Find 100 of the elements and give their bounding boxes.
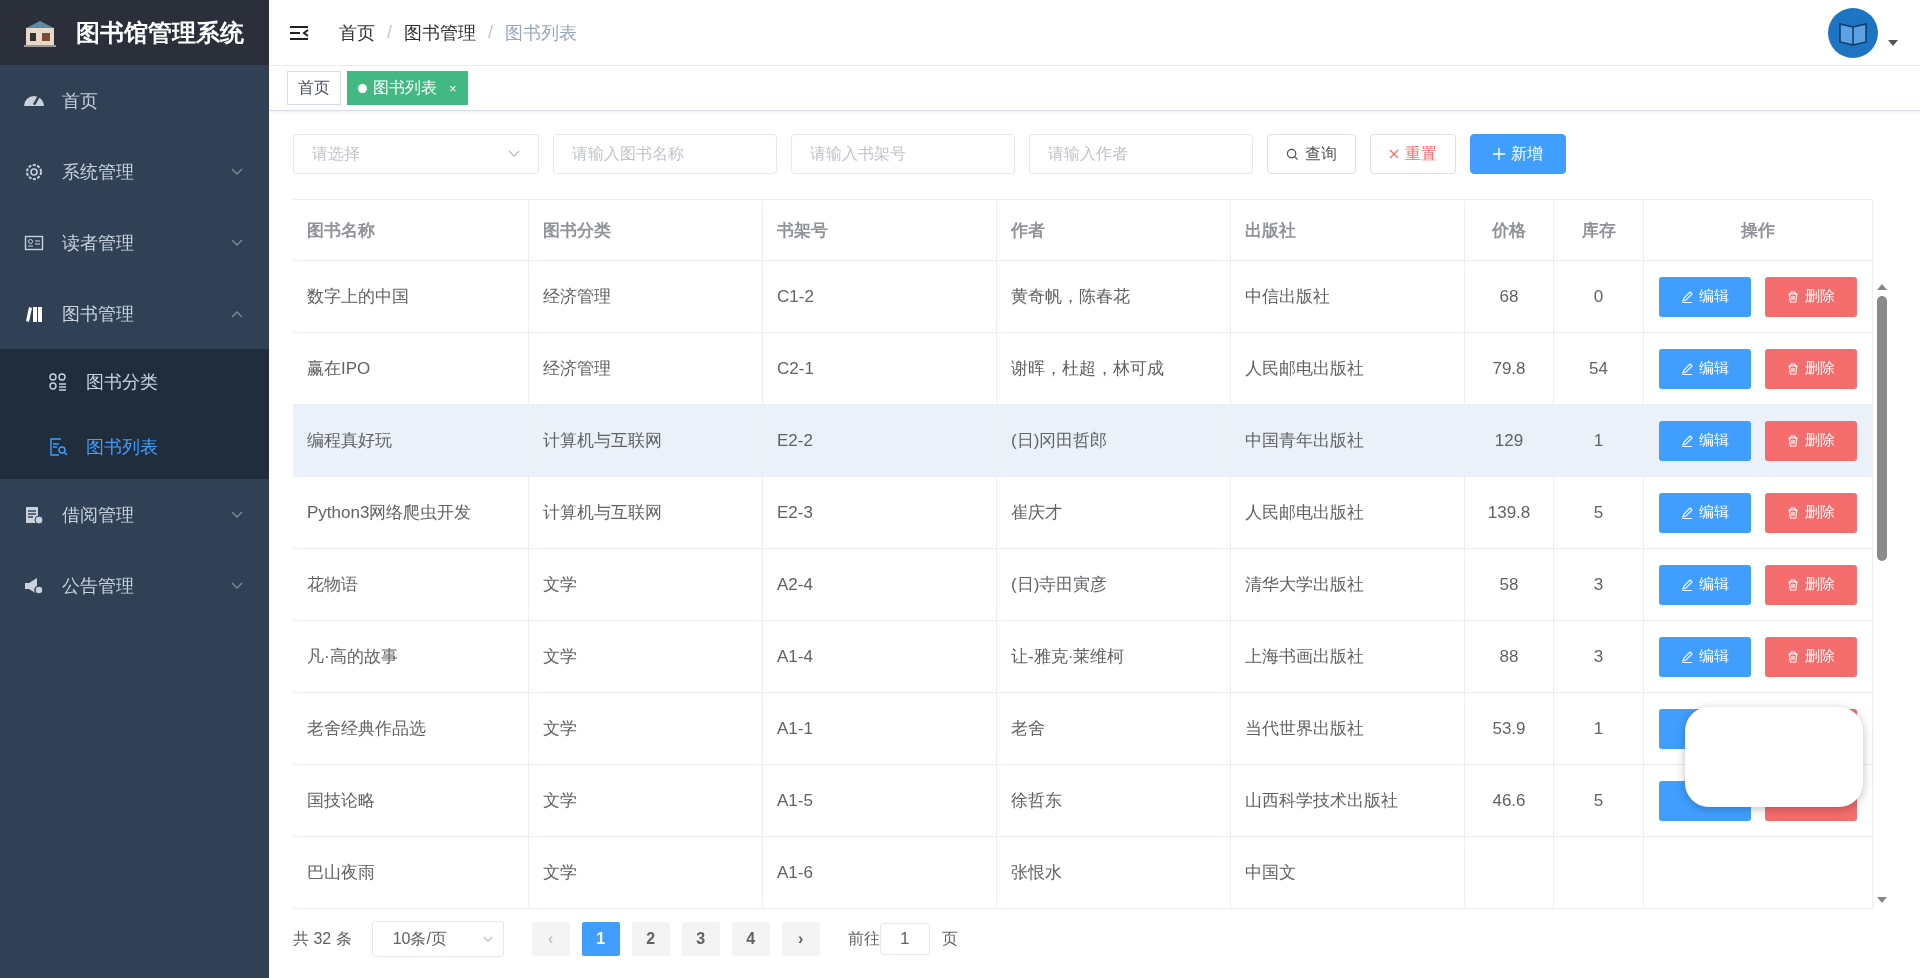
pencil-icon [1681, 434, 1693, 447]
column-header: 图书分类 [529, 200, 763, 260]
table-row[interactable]: Python3网络爬虫开发 计算机与互联网 E2-3 崔庆才 人民邮电出版社 139.8 5 编辑 删除 [293, 477, 1873, 549]
page-tab[interactable]: 首页 [287, 71, 341, 105]
pencil-icon [1681, 506, 1693, 519]
column-header: 图书名称 [293, 200, 529, 260]
table-cell: 3 [1593, 574, 1604, 595]
table-cell-text: 赢在IPO [307, 358, 371, 380]
delete-button[interactable]: 删除 [1765, 348, 1857, 389]
table-cell-text: 经济管理 [543, 358, 611, 380]
table-cell: 53.9 [1492, 718, 1526, 739]
trash-icon [1787, 362, 1799, 375]
sidebar-item[interactable]: 图书管理 [0, 278, 269, 349]
pencil-icon [1681, 362, 1693, 375]
column-header: 库存 [1554, 200, 1644, 260]
table-cell-text: 老舍经典作品选 [307, 718, 426, 740]
table-row[interactable]: 花物语 文学 A2-4 (日)寺田寅彦 清华大学出版社 58 3 编辑 删除 [293, 549, 1873, 621]
table-cell-text: 数字上的中国 [307, 286, 409, 308]
delete-button[interactable]: 删除 [1765, 564, 1857, 605]
sidebar-item[interactable]: 首页 [0, 65, 269, 136]
table-cell: A1-1 [777, 718, 813, 739]
table-cell-text: (日)冈田哲郎 [1011, 430, 1108, 452]
table-cell-text: 崔庆才 [1011, 502, 1062, 524]
table-cell-text: 人民邮电出版社 [1245, 502, 1364, 524]
table-cell-text: 国技论略 [307, 790, 375, 812]
table-cell-text: 中国青年出版社 [1245, 430, 1364, 452]
table-cell-text: 徐哲东 [1011, 790, 1062, 812]
page-number-button[interactable]: 2 [631, 922, 670, 956]
table-row[interactable]: 凡·高的故事 文学 A1-4 让-雅克·莱维柯 上海书画出版社 88 3 编辑 删除 [293, 621, 1873, 693]
table-row[interactable]: 编程真好玩 计算机与互联网 E2-2 (日)冈田哲郎 中国青年出版社 129 1 编辑 删除 [293, 405, 1873, 477]
chevron-down-icon [482, 935, 493, 943]
page-number-button[interactable]: 4 [731, 922, 770, 956]
table-cell-text: 张恨水 [1011, 862, 1062, 884]
sidebar-subitem[interactable]: 图书列表 [0, 414, 269, 479]
delete-button[interactable]: 删除 [1765, 492, 1857, 533]
page-unit-label: 页 [941, 928, 958, 949]
trash-icon [1787, 650, 1799, 663]
delete-button[interactable]: 删除 [1765, 276, 1857, 317]
table-cell: 68 [1499, 286, 1519, 307]
table-row[interactable]: 巴山夜雨 文学 A1-6 张恨水 中国文 [293, 837, 1873, 909]
next-page-button[interactable]: › [781, 922, 820, 956]
shelf-number-field[interactable]: 请输入书架号 [791, 134, 1015, 174]
reset-button[interactable]: 重置 [1370, 134, 1456, 174]
caret-down-icon[interactable] [1888, 39, 1898, 46]
table-cell: 129 [1494, 430, 1524, 451]
table-cell-text: 清华大学出版社 [1245, 574, 1364, 596]
close-icon [1389, 149, 1399, 159]
author-field[interactable]: 请输入作者 [1029, 134, 1253, 174]
table-cell: 1 [1593, 718, 1604, 739]
delete-button[interactable]: 删除 [1765, 636, 1857, 677]
table-cell: A1-6 [777, 862, 813, 883]
table-cell-text: 凡·高的故事 [307, 646, 398, 668]
pencil-icon [1681, 578, 1693, 591]
table-cell: A2-4 [777, 574, 813, 595]
column-header: 书架号 [763, 200, 997, 260]
table-cell-text: 上海书画出版社 [1245, 646, 1364, 668]
sidebar-subitem[interactable]: 图书分类 [0, 349, 269, 414]
table-cell-text: Python3网络爬虫开发 [307, 502, 472, 524]
plus-icon [1493, 148, 1505, 160]
menu-fold-icon[interactable] [289, 24, 309, 41]
table-cell-text: 文学 [543, 790, 577, 812]
table-cell: 58 [1499, 574, 1519, 595]
table-cell: 5 [1593, 790, 1604, 811]
search-button[interactable]: 查询 [1267, 134, 1356, 174]
sidebar-item[interactable]: 公告管理 [0, 550, 269, 621]
table-cell: 88 [1499, 646, 1519, 667]
breadcrumb-link[interactable]: 图书管理 [404, 20, 476, 45]
megaphone-gear-icon [24, 575, 44, 596]
table-cell: 0 [1593, 286, 1604, 307]
delete-button[interactable]: 删除 [1765, 420, 1857, 461]
chevron-down-icon [508, 150, 520, 158]
book-name-field[interactable]: 请输入图书名称 [553, 134, 777, 174]
goto-page-field[interactable]: 1 [879, 923, 930, 955]
open-book-avatar[interactable] [1828, 7, 1878, 58]
sidebar-item[interactable]: 系统管理 [0, 136, 269, 207]
goto-label: 前往 [847, 928, 880, 949]
app-title: 图书馆管理系统 [76, 17, 244, 48]
pencil-icon [1681, 290, 1693, 303]
table-cell-text: 文学 [543, 646, 577, 668]
breadcrumb-link[interactable]: 首页 [339, 20, 375, 45]
trash-icon [1787, 506, 1799, 519]
trash-icon [1787, 290, 1799, 303]
table-cell-text: 黄奇帆，陈春花 [1011, 286, 1130, 308]
table-cell-text: 文学 [543, 862, 577, 884]
table-row[interactable]: 数字上的中国 经济管理 C1-2 黄奇帆，陈春花 中信出版社 68 0 编辑 删除 [293, 261, 1873, 333]
table-cell: A1-5 [777, 790, 813, 811]
table-cell: C2-1 [777, 358, 814, 379]
table-cell-text: 巴山夜雨 [307, 862, 375, 884]
page-number-button[interactable]: 3 [681, 922, 720, 956]
speedometer-icon [24, 95, 44, 106]
page-size-select[interactable]: 10条/页 [371, 921, 504, 957]
table-cell-text: 文学 [543, 718, 577, 740]
column-header: 价格 [1465, 200, 1554, 260]
trash-icon [1787, 434, 1799, 447]
table-cell: 79.8 [1492, 358, 1526, 379]
table-cell: 54 [1589, 358, 1608, 379]
sidebar-item[interactable]: 借阅管理 [0, 479, 269, 550]
table-cell-text: 当代世界出版社 [1245, 718, 1364, 740]
table-cell-text: 经济管理 [543, 286, 611, 308]
sidebar-item[interactable]: 读者管理 [0, 207, 269, 278]
